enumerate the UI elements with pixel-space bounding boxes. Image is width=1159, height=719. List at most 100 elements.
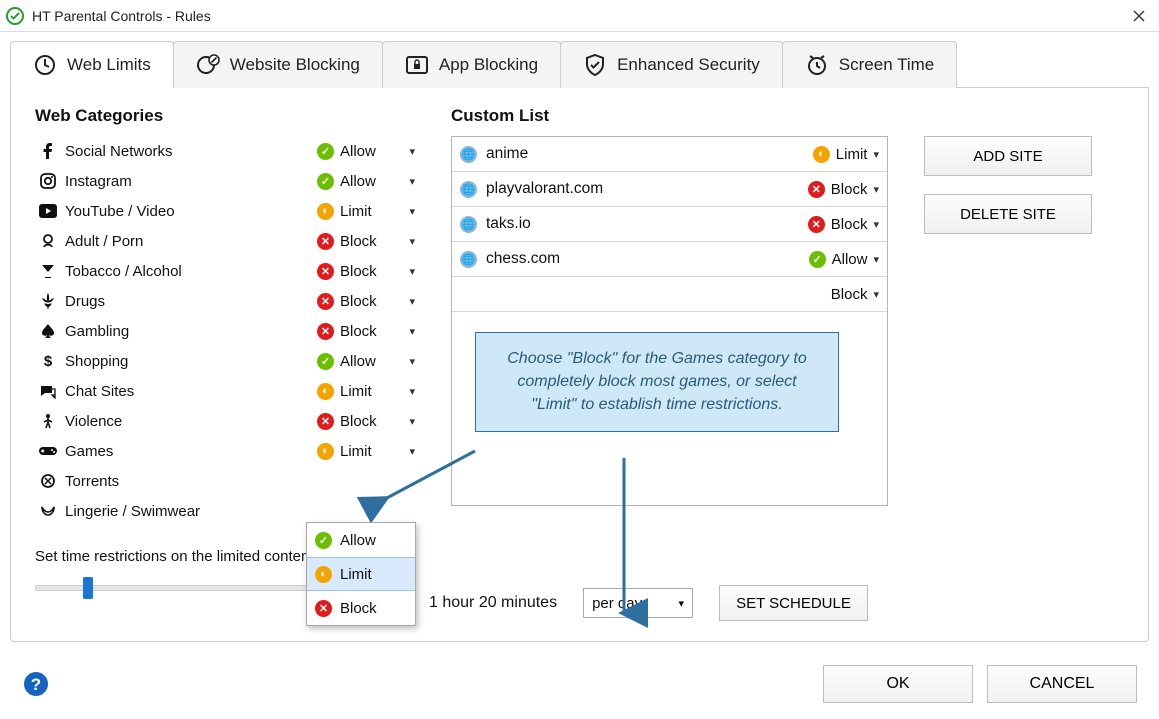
site-name: chess.com (486, 250, 809, 268)
callout-arrow-icon (377, 451, 497, 511)
category-row: Instagram ✓Allow▾ (35, 166, 415, 196)
set-schedule-button[interactable]: SET SCHEDULE (719, 585, 868, 621)
tab-bar: Web Limits Website Blocking App Blocking… (10, 40, 1149, 88)
chat-icon (35, 383, 61, 399)
site-rule-select[interactable]: ✓Allow▾ (809, 251, 879, 268)
category-name: Torrents (61, 473, 317, 490)
callout-arrow-icon (609, 458, 639, 628)
youtube-icon (35, 204, 61, 218)
category-rule-select[interactable]: ◐Limit▾ (317, 383, 415, 400)
custom-list-row[interactable]: 🌐 taks.io ✕Block▾ (452, 207, 887, 242)
delete-site-button[interactable]: DELETE SITE (924, 194, 1092, 234)
site-rule-select[interactable]: ◐Limit▾ (813, 146, 879, 163)
category-rule-select[interactable]: ✕Block▾ (317, 323, 415, 340)
web-limits-panel: Web Categories Social Networks ✓Allow▾ I… (10, 88, 1149, 642)
tab-screen-time[interactable]: Screen Time (782, 41, 957, 88)
custom-list-row[interactable]: Block▾ (452, 277, 887, 312)
custom-list-box: 🌐 anime ◐Limit▾ 🌐 playvalorant.com ✕Bloc… (451, 136, 888, 506)
category-rule-select[interactable]: ✕Block▾ (317, 293, 415, 310)
category-row: Social Networks ✓Allow▾ (35, 136, 415, 166)
spade-icon (35, 323, 61, 339)
chevron-down-icon: ▾ (873, 218, 879, 231)
globe-icon: 🌐 (460, 145, 478, 163)
dialog-footer: ? OK CANCEL (0, 649, 1159, 719)
site-rule-select[interactable]: ✕Block▾ (808, 216, 879, 233)
cannabis-icon (35, 293, 61, 309)
shield-icon (583, 53, 607, 77)
violence-icon (35, 413, 61, 429)
category-name: Chat Sites (61, 383, 317, 400)
category-rule-select[interactable]: ✕Block▾ (317, 233, 415, 250)
globe-block-icon (196, 53, 220, 77)
custom-list-heading: Custom List (451, 106, 888, 126)
alarm-clock-icon (805, 53, 829, 77)
category-row: Chat Sites ◐Limit▾ (35, 376, 415, 406)
category-rule-select[interactable]: ✓Allow▾ (317, 353, 415, 370)
category-row: Adult / Porn ✕Block▾ (35, 226, 415, 256)
category-name: YouTube / Video (61, 203, 317, 220)
add-site-button[interactable]: ADD SITE (924, 136, 1092, 176)
help-icon[interactable]: ? (22, 670, 50, 698)
chevron-down-icon: ▾ (873, 183, 879, 196)
site-rule-select[interactable]: Block▾ (831, 286, 879, 303)
globe-icon: 🌐 (460, 250, 478, 268)
tab-label: Website Blocking (230, 55, 360, 75)
category-row: Tobacco / Alcohol ✕Block▾ (35, 256, 415, 286)
category-name: Lingerie / Swimwear (61, 503, 317, 520)
title-bar: HT Parental Controls - Rules (0, 0, 1159, 32)
tab-website-blocking[interactable]: Website Blocking (173, 41, 383, 88)
category-rule-select[interactable]: ✕Block▾ (317, 263, 415, 280)
facebook-icon (35, 143, 61, 159)
custom-list-row[interactable]: 🌐 chess.com ✓Allow▾ (452, 242, 887, 277)
site-name: taks.io (486, 215, 808, 233)
tab-label: Web Limits (67, 55, 151, 75)
help-callout: Choose "Block" for the Games category to… (475, 332, 839, 432)
category-name: Adult / Porn (61, 233, 317, 250)
tab-web-limits[interactable]: Web Limits (10, 41, 174, 88)
category-row: Torrents (35, 466, 415, 496)
categories-heading: Web Categories (35, 106, 415, 126)
dropdown-option-block[interactable]: ✕Block (307, 591, 415, 625)
category-row: Gambling ✕Block▾ (35, 316, 415, 346)
torrent-icon (35, 473, 61, 489)
globe-clock-icon (33, 53, 57, 77)
chevron-down-icon: ▾ (409, 385, 415, 398)
category-name: Drugs (61, 293, 317, 310)
tab-enhanced-security[interactable]: Enhanced Security (560, 41, 783, 88)
chevron-down-icon: ▾ (409, 265, 415, 278)
globe-icon: 🌐 (460, 180, 478, 198)
tab-label: App Blocking (439, 55, 538, 75)
adult-icon (35, 233, 61, 249)
cocktail-icon (35, 263, 61, 279)
instagram-icon (35, 173, 61, 189)
ok-button[interactable]: OK (823, 665, 973, 703)
time-value-label: 1 hour 20 minutes (429, 594, 557, 612)
category-name: Instagram (61, 173, 317, 190)
time-restriction-row: 1 hour 20 minutes per day ▾ SET SCHEDULE (35, 585, 1124, 621)
chevron-down-icon: ▾ (873, 288, 879, 301)
chevron-down-icon: ▾ (409, 415, 415, 428)
dropdown-option-limit[interactable]: ◐Limit (307, 557, 415, 591)
svg-text:$: $ (44, 353, 53, 369)
cancel-button[interactable]: CANCEL (987, 665, 1137, 703)
custom-list-row[interactable]: 🌐 anime ◐Limit▾ (452, 137, 887, 172)
category-rule-select[interactable]: ◐Limit▾ (317, 203, 415, 220)
category-rule-select[interactable]: ✓Allow▾ (317, 173, 415, 190)
category-row: YouTube / Video ◐Limit▾ (35, 196, 415, 226)
action-buttons-column: ADD SITE DELETE SITE (924, 106, 1124, 599)
tab-app-blocking[interactable]: App Blocking (382, 41, 561, 88)
site-name: playvalorant.com (486, 180, 808, 198)
category-rule-select[interactable]: ✕Block▾ (317, 413, 415, 430)
chevron-down-icon: ▾ (409, 295, 415, 308)
svg-text:?: ? (31, 675, 41, 694)
chevron-down-icon: ▾ (409, 145, 415, 158)
custom-list-row[interactable]: 🌐 playvalorant.com ✕Block▾ (452, 172, 887, 207)
category-rule-select[interactable]: ✓Allow▾ (317, 143, 415, 160)
site-rule-select[interactable]: ✕Block▾ (808, 181, 879, 198)
lingerie-icon (35, 503, 61, 519)
close-icon[interactable] (1125, 2, 1153, 30)
chevron-down-icon: ▾ (409, 355, 415, 368)
category-name: Shopping (61, 353, 317, 370)
dropdown-option-allow[interactable]: ✓Allow (307, 523, 415, 557)
window-title: HT Parental Controls - Rules (32, 8, 1125, 24)
